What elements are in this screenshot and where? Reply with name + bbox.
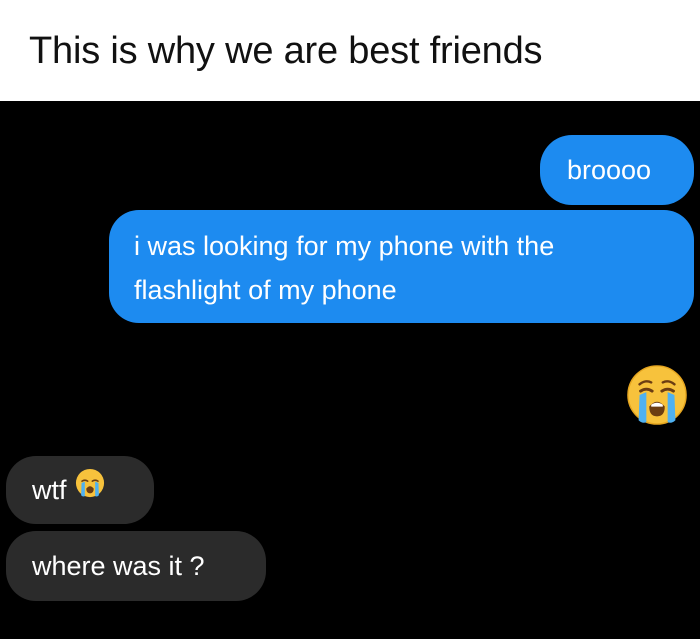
meme-image: This is why we are best friends broooo i… — [0, 0, 700, 639]
crying-face-icon — [626, 364, 688, 431]
message-bubble-received: where was it ? — [6, 531, 266, 601]
crying-face-icon — [75, 467, 105, 511]
chat-screenshot: broooo i was looking for my phone with t… — [0, 101, 700, 639]
caption-text: This is why we are best friends — [29, 30, 543, 72]
message-bubble-received: wtf — [6, 456, 154, 524]
message-text-line: flashlight of my phone — [134, 275, 397, 305]
message-text: where was it ? — [32, 551, 205, 581]
message-bubble-sent: broooo — [540, 135, 694, 205]
message-text-line: i was looking for my phone with the — [134, 231, 555, 261]
message-text: broooo — [567, 155, 652, 185]
caption-bar: This is why we are best friends — [0, 0, 700, 101]
message-bubble-sent: i was looking for my phone with the flas… — [109, 210, 694, 323]
message-text: wtf — [32, 475, 67, 505]
